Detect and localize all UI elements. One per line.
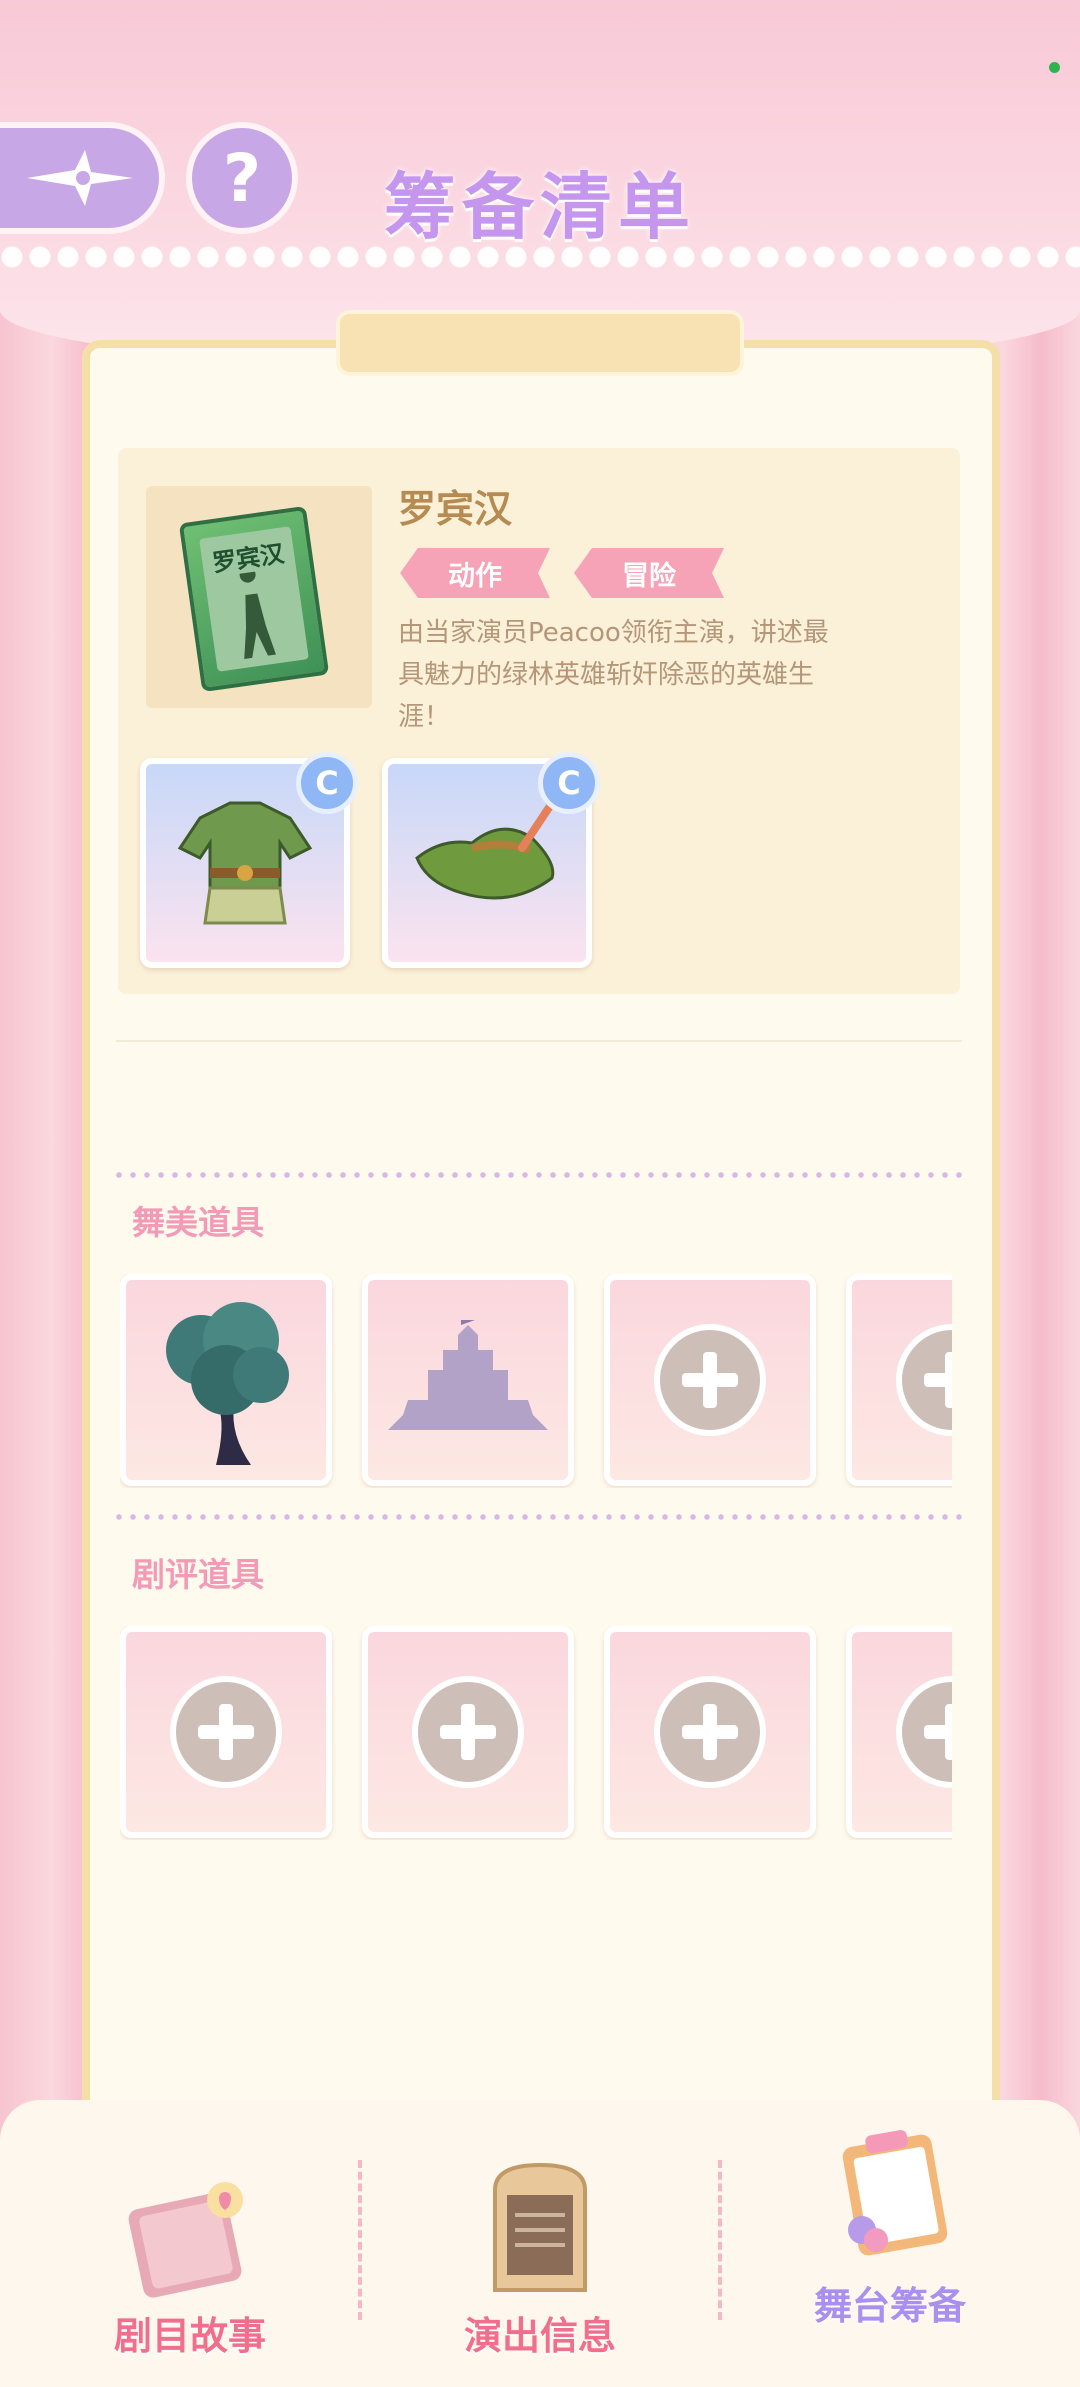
prop-slot[interactable] (120, 1274, 332, 1486)
add-review-slot[interactable] (846, 1626, 952, 1838)
show-name: 罗宾汉 (398, 487, 513, 531)
plus-icon (170, 1676, 282, 1788)
add-prop-slot[interactable] (846, 1274, 952, 1486)
grade-badge: C (296, 752, 358, 814)
dotted-divider (112, 1514, 962, 1520)
add-prop-slot[interactable] (604, 1274, 816, 1486)
nav-label: 演出信息 (463, 2314, 616, 2358)
section-title-review-props: 剧评道具 (132, 1555, 264, 1594)
nav-separator (358, 2160, 362, 2320)
nav-tab-stage-prep[interactable]: 舞台筹备 (740, 2130, 1040, 2360)
section-divider (116, 1040, 962, 1042)
clipboard-icon (842, 2130, 948, 2256)
show-book-icon: 罗宾汉 (178, 505, 330, 693)
status-indicator (1049, 62, 1060, 73)
castle-icon (388, 1320, 548, 1430)
section-title-stage-props: 舞美道具 (132, 1203, 264, 1242)
grade-badge: C (538, 752, 600, 814)
genre-tag: 冒险 (574, 548, 724, 598)
tree-icon (166, 1302, 289, 1465)
nav-separator (718, 2160, 722, 2320)
panel-tab-decoration (336, 310, 744, 376)
costume-slot[interactable]: C (140, 752, 358, 968)
add-review-slot[interactable] (604, 1626, 816, 1838)
plus-icon (412, 1676, 524, 1788)
info-board-icon (493, 2162, 587, 2292)
nav-label: 舞台筹备 (813, 2284, 966, 2328)
storybook-icon (128, 2182, 243, 2298)
archer-silhouette-icon (239, 567, 276, 659)
prop-slot[interactable] (362, 1274, 574, 1486)
nav-tab-story[interactable]: 剧目故事 (40, 2160, 340, 2360)
plus-icon (896, 1324, 952, 1436)
plus-icon (654, 1676, 766, 1788)
nav-tab-show-info[interactable]: 演出信息 (390, 2160, 690, 2360)
add-review-slot[interactable] (362, 1626, 574, 1838)
page-title: 筹备清单 (383, 165, 696, 249)
add-review-slot[interactable] (120, 1626, 332, 1838)
dotted-divider (112, 1172, 962, 1178)
genre-tag: 动作 (400, 548, 550, 598)
show-description: 由当家演员Peacoo领衔主演，讲述最具魅力的绿林英雄斩奸除恶的英雄生涯！ (398, 618, 829, 732)
review-props-row (120, 1626, 952, 1840)
plus-icon (654, 1324, 766, 1436)
costume-slot[interactable]: C (382, 752, 600, 968)
plus-icon (896, 1676, 952, 1788)
nav-label: 剧目故事 (113, 2314, 266, 2358)
stage-props-row (120, 1274, 952, 1488)
